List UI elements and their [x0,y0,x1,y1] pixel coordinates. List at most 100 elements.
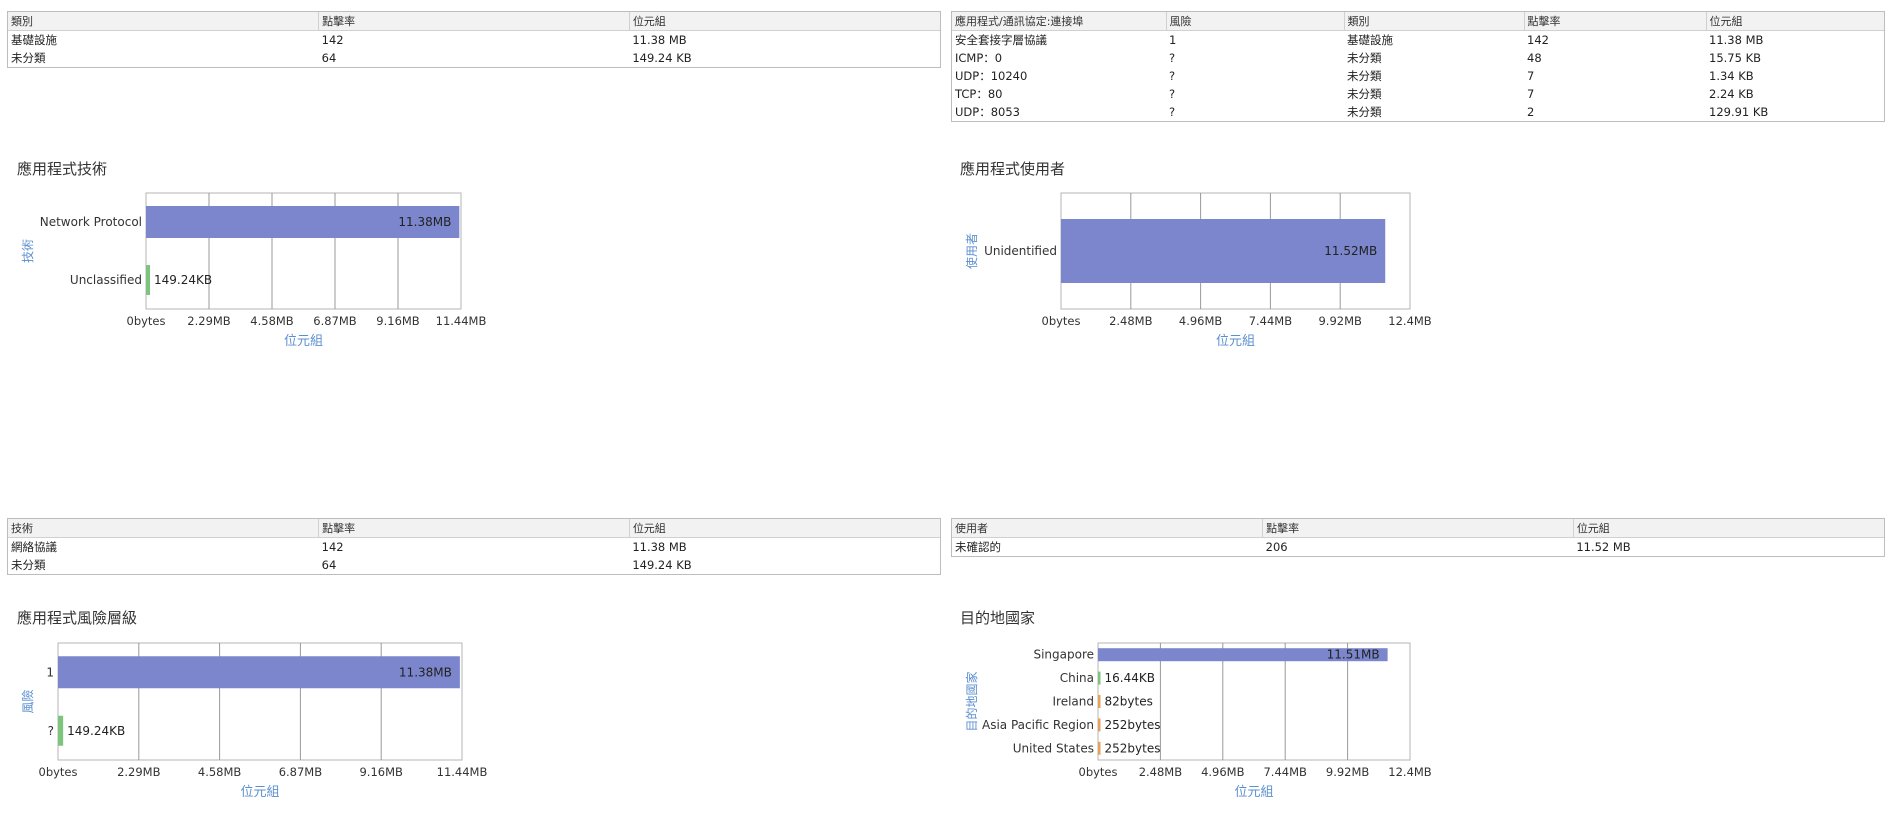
table-cell: 未分類 [11,558,46,572]
table-cell: 1.34 KB [1709,69,1754,83]
table-cell: 206 [1265,540,1288,554]
x-tick-label: 7.44MB [1263,765,1307,779]
y-axis-title: 目的地國家 [964,671,979,731]
table-cell: 基礎設施 [11,33,57,47]
column-header[interactable]: 技術 [8,519,320,538]
y-category-label: ? [48,724,54,738]
table-cell: 7 [1527,87,1535,101]
table-header-row: 使用者 點擊率 位元組 [952,519,1884,538]
table-cell: 15.75 KB [1709,51,1762,65]
bar-value-label: 149.24KB [67,724,125,738]
x-tick-label: 9.92MB [1318,314,1362,328]
table-row: 未確認的 206 11.52 MB [952,538,1884,557]
x-tick-label: 11.44MB [436,314,487,328]
table-cell: 11.38 MB [632,540,687,554]
bar [146,265,151,295]
column-header[interactable]: 點擊率 [1524,12,1707,31]
chart-title-users: 應用程式使用者 [960,160,1066,178]
table-row: 網絡協議 142 11.38 MB [8,538,940,557]
column-header[interactable]: 點擊率 [1262,519,1574,538]
x-tick-label: 7.44MB [1249,314,1293,328]
table-cell: 11.38 MB [1709,33,1764,47]
bar-value-label: 252bytes [1105,741,1161,755]
x-tick-label: 9.92MB [1326,765,1370,779]
column-header[interactable]: 位元組 [629,519,940,538]
bar-value-label: 82bytes [1105,695,1153,709]
users-bar-chart: 0bytes 2.48MB 4.96MB 7.44MB 9.92MB 12.4MB Unid… [964,192,1432,349]
bar-value-label: 149.24KB [154,273,212,287]
table-cell: 2 [1527,105,1535,119]
column-header[interactable]: 類別 [1344,12,1525,31]
table-row: 安全套接字層協議 1 基礎設施 142 11.38 MB [952,31,1884,50]
x-tick-label: 9.16MB [359,765,403,779]
column-header[interactable]: 類別 [8,12,320,31]
table-cell: 7 [1527,69,1535,83]
bar [1098,741,1101,755]
y-category-label: Singapore [1033,648,1094,662]
table-row: 未分類 64 149.24 KB [8,49,940,67]
bar-value-label: 11.52MB [1324,244,1377,258]
table-cell: 129.91 KB [1709,105,1769,119]
column-header[interactable]: 點擊率 [318,12,630,31]
bar-value-label: 11.38MB [399,665,452,679]
table-cell: UDP：8053 [955,105,1020,119]
x-tick-label: 6.87MB [313,314,357,328]
x-tick-label: 9.16MB [376,314,420,328]
table-row: ICMP：0 ? 未分類 48 15.75 KB [952,49,1884,67]
table-cell: 基礎設施 [1347,33,1393,47]
x-tick-label: 0bytes [39,765,78,779]
y-category-label: 1 [46,665,54,679]
table-cell: 未分類 [1347,51,1382,65]
table-header-row: 技術 點擊率 位元組 [8,519,940,538]
y-category-label: Unidentified [984,244,1057,258]
table-header-row: 類別 點擊率 位元組 [8,12,940,31]
x-tick-label: 2.48MB [1139,765,1183,779]
column-header[interactable]: 使用者 [952,519,1264,538]
y-category-label: Asia Pacific Region [982,718,1094,732]
y-axis-title: 風險 [20,689,35,713]
x-tick-label: 4.96MB [1201,765,1245,779]
column-header[interactable]: 位元組 [629,12,940,31]
table-cell: 安全套接字層協議 [955,33,1047,47]
x-tick-label: 0bytes [1042,314,1081,328]
table-cell: 未確認的 [955,540,1001,554]
x-tick-label: 4.58MB [250,314,294,328]
x-tick-label: 4.58MB [198,765,242,779]
table-cell: 142 [321,33,344,47]
y-category-label: Network Protocol [40,215,142,229]
table-header-row: 應用程式/通訊協定:連接埠 風險 類別 點擊率 位元組 [952,12,1884,31]
column-header[interactable]: 位元組 [1706,12,1884,31]
table-row: TCP：80 ? 未分類 7 2.24 KB [952,85,1884,103]
column-header[interactable]: 位元組 [1573,519,1884,538]
column-header[interactable]: 風險 [1166,12,1345,31]
x-axis-title: 位元組 [1234,785,1273,800]
table-row: UDP：8053 ? 未分類 2 129.91 KB [952,103,1884,121]
x-axis-title: 位元組 [1216,334,1255,349]
x-tick-label: 0bytes [1079,765,1118,779]
table-cell: 64 [321,51,337,65]
bar-value-label: 11.51MB [1327,648,1380,662]
table-cell: 149.24 KB [632,558,692,572]
column-header[interactable]: 應用程式/通訊協定:連接埠 [952,12,1167,31]
table-cell: ? [1169,87,1176,101]
technology-table: 技術 點擊率 位元組 網絡協議 142 11.38 MB 未分類 64 149.… [7,518,941,575]
bar-value-label: 16.44KB [1105,671,1155,685]
table-cell: 149.24 KB [632,51,692,65]
table-cell: 未分類 [1347,87,1382,101]
risk-bar-chart: 0bytes 2.29MB 4.58MB 6.87MB 9.16MB 11.44MB 1 11… [20,642,487,800]
table-cell: 64 [321,558,337,572]
x-tick-label: 2.48MB [1109,314,1153,328]
y-axis-title: 技術 [21,239,35,263]
chart-title-risk: 應用程式風險層級 [17,609,138,627]
country-bar-chart: 0bytes 2.48MB 4.96MB 7.44MB 9.92MB 12.4MB Sing… [964,642,1432,800]
y-category-label: United States [1013,741,1094,755]
x-axis-title: 位元組 [284,334,323,349]
x-tick-label: 12.4MB [1388,314,1432,328]
table-cell: 未分類 [11,51,46,65]
table-cell: ? [1169,69,1176,83]
x-tick-label: 2.29MB [187,314,231,328]
app-protocol-table: 應用程式/通訊協定:連接埠 風險 類別 點擊率 位元組 安全套接字層協議 1 基… [951,11,1885,122]
column-header[interactable]: 點擊率 [318,519,630,538]
table-cell: 11.38 MB [632,33,687,47]
table-cell: ? [1169,105,1176,119]
